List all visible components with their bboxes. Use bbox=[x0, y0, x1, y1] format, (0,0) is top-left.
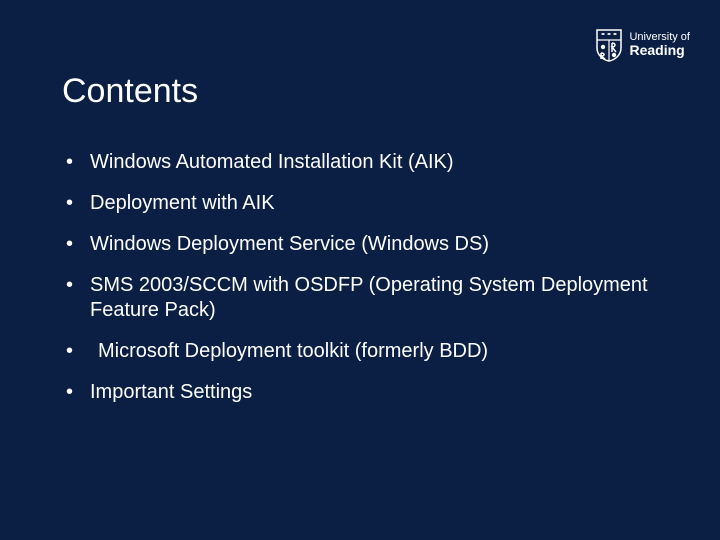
list-item: Microsoft Deployment toolkit (formerly B… bbox=[62, 339, 660, 364]
page-title: Contents bbox=[62, 72, 198, 111]
list-item-text: SMS 2003/SCCM with OSDFP (Operating Syst… bbox=[90, 274, 648, 321]
list-item: Windows Automated Installation Kit (AIK) bbox=[62, 150, 660, 175]
shield-icon bbox=[595, 28, 623, 62]
list-item-text: Important Settings bbox=[90, 381, 252, 403]
logo-line2: Reading bbox=[629, 43, 690, 58]
logo-text: University of Reading bbox=[629, 31, 690, 58]
list-item-text: Windows Deployment Service (Windows DS) bbox=[90, 233, 489, 255]
university-logo: University of Reading bbox=[595, 28, 690, 62]
list-item-text: Microsoft Deployment toolkit (formerly B… bbox=[90, 339, 488, 364]
content-area: Windows Automated Installation Kit (AIK)… bbox=[62, 150, 660, 421]
list-item-text: Deployment with AIK bbox=[90, 192, 275, 214]
list-item-text: Windows Automated Installation Kit (AIK) bbox=[90, 151, 454, 173]
bullet-list: Windows Automated Installation Kit (AIK)… bbox=[62, 150, 660, 405]
slide: University of Reading Contents Windows A… bbox=[0, 0, 720, 540]
list-item: Deployment with AIK bbox=[62, 191, 660, 216]
list-item: Important Settings bbox=[62, 380, 660, 405]
list-item: SMS 2003/SCCM with OSDFP (Operating Syst… bbox=[62, 273, 660, 323]
list-item: Windows Deployment Service (Windows DS) bbox=[62, 232, 660, 257]
